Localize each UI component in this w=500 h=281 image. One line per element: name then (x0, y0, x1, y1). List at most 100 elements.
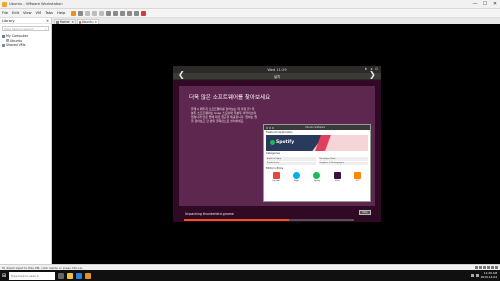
maximize-button[interactable]: ☐ (480, 0, 490, 9)
store-title: Ubuntu Software (305, 126, 326, 129)
library-close-icon[interactable]: ✕ (46, 19, 49, 23)
full-screen-icon[interactable] (120, 10, 126, 16)
app-tile: Spotify (312, 172, 322, 185)
snapshot-manager-icon[interactable] (99, 10, 105, 16)
featured-banner: Spotify (266, 135, 368, 151)
console-view-icon[interactable] (134, 10, 140, 16)
inkscape-icon (272, 172, 280, 179)
file-explorer-icon[interactable] (67, 272, 73, 279)
next-slide-icon[interactable]: ❯ (369, 70, 376, 79)
app-name: Spotify (313, 180, 321, 182)
skip-button[interactable]: Skip (359, 210, 371, 215)
menu-bar: File Edit View VM Tabs Help (0, 9, 500, 18)
category-item: Audio & Video (266, 157, 316, 161)
ubuntu-installer-window: Wed 11:29 ⋔ ◂ ⏻ 설치 더욱 많은 소프트웨어를 찾아보세요 플래… (173, 66, 381, 222)
app-name: VLC (356, 180, 360, 182)
hard-disk-icon[interactable] (475, 266, 478, 269)
usb-icon[interactable] (487, 266, 490, 269)
taskbar-search-placeholder: Type here to search (11, 273, 39, 278)
menu-help[interactable]: Help (57, 11, 65, 15)
app-tile: Slack (332, 172, 342, 185)
app-name: Slack (334, 180, 340, 182)
tray-volume-icon[interactable] (475, 274, 479, 277)
library-panel: Library ✕ Type here to search ⌕ My Compu… (0, 18, 52, 264)
library-header: Library ✕ (0, 18, 51, 24)
spotify-icon (313, 172, 321, 179)
shared-vms-icon (2, 43, 5, 47)
vm-icon (6, 39, 9, 43)
computer-icon (2, 34, 5, 38)
send-ctrl-alt-del-icon[interactable] (78, 10, 84, 16)
taskbar: ⊞ Type here to search 11:29 AM 2019-12-0… (0, 270, 500, 281)
app-tile: Skype (292, 172, 302, 185)
window-dot-icon (272, 126, 274, 129)
menu-tabs[interactable]: Tabs (45, 11, 53, 15)
gnome-top-bar: Wed 11:29 ⋔ ◂ ⏻ (173, 66, 381, 73)
toolbar (71, 10, 147, 16)
category-item: Developer Tools (318, 157, 368, 161)
library-title: Library (2, 18, 15, 23)
stretch-guest-icon[interactable] (141, 10, 147, 16)
previous-slide-icon[interactable]: ❮ (178, 70, 185, 79)
slack-icon (333, 172, 341, 179)
skype-icon (293, 172, 301, 179)
slideshow-slide: 더욱 많은 소프트웨어를 찾아보세요 플래시 패키지 소프트웨어를 찾아보는 데… (179, 86, 375, 206)
banner-app-name: Spotify (276, 140, 295, 145)
tray-network-icon[interactable] (470, 274, 474, 277)
app-tile: VLC (353, 172, 363, 185)
minimize-button[interactable]: — (470, 0, 480, 9)
tree-item-label: Ubuntu (10, 38, 23, 43)
menu-edit[interactable]: Edit (12, 11, 19, 15)
spotify-logo-icon (270, 140, 275, 145)
window-title: Ubuntu - VMware Workstation (9, 2, 63, 6)
unity-icon[interactable] (127, 10, 133, 16)
window-dot-icon (269, 126, 271, 129)
snapshot-icon[interactable] (85, 10, 91, 16)
installer-body: 더욱 많은 소프트웨어를 찾아보세요 플래시 패키지 소프트웨어를 찾아보는 데… (173, 80, 381, 222)
display-icon[interactable] (495, 266, 498, 269)
vmware-window: Ubuntu - VMware Workstation — ☐ ✕ File E… (0, 0, 500, 281)
cd-dvd-icon[interactable] (479, 266, 482, 269)
status-text: To direct input to this VM, click inside… (2, 265, 83, 270)
task-view-icon[interactable] (58, 272, 64, 279)
app-tile: Inkscape (271, 172, 281, 185)
slide-description: 플래시 패키지 소프트웨어를 찾아보는 데 걱정 끝! 우분투 소프트웨어는 S… (191, 107, 257, 123)
vm-tree: My Computer Ubuntu Shared VMs (0, 33, 51, 49)
title-bar: Ubuntu - VMware Workstation — ☐ ✕ (0, 0, 500, 9)
app-name: Skype (293, 180, 300, 182)
ubuntu-software-screenshot: Ubuntu Software Featured Application Spo… (263, 124, 371, 202)
sound-card-icon[interactable] (491, 266, 494, 269)
taskbar-date: 2019-12-04 (480, 274, 497, 279)
browser-icon[interactable] (76, 272, 82, 279)
library-toggle-icon[interactable] (106, 10, 112, 16)
windows-start-icon[interactable]: ⊞ (0, 270, 8, 281)
search-icon[interactable]: ⌕ (45, 27, 47, 31)
taskbar-clock[interactable]: 11:29 AM 2019-12-04 (480, 272, 497, 279)
taskbar-search-input[interactable]: Type here to search (9, 271, 55, 280)
network-adapter-icon[interactable] (483, 266, 486, 269)
window-dot-icon (266, 126, 268, 129)
vlc-icon (354, 172, 362, 179)
category-item: Productivity (266, 161, 316, 165)
progress-fill (184, 219, 290, 221)
category-item: Graphics & Photography (318, 161, 368, 165)
app-name: Inkscape (272, 180, 281, 182)
close-button[interactable]: ✕ (490, 0, 500, 9)
menu-view[interactable]: View (23, 11, 32, 15)
library-search-input[interactable]: Type here to search ⌕ (2, 26, 49, 31)
category-grid: Audio & Video Developer Tools Productivi… (264, 156, 370, 166)
thumbnail-icon[interactable] (113, 10, 119, 16)
installer-title: 설치 (173, 73, 381, 80)
network-icon[interactable]: ⋔ (364, 67, 367, 71)
menu-file[interactable]: File (2, 11, 8, 15)
slide-heading: 더욱 많은 소프트웨어를 찾아보세요 (189, 95, 271, 101)
clock[interactable]: Wed 11:29 (267, 68, 286, 72)
progress-bar (184, 219, 354, 221)
tree-item-shared-vms[interactable]: Shared VMs (2, 43, 49, 48)
menu-vm[interactable]: VM (36, 11, 42, 15)
pause-icon[interactable] (71, 10, 77, 16)
tree-item-label: My Computer (6, 34, 29, 39)
vmware-taskbar-icon[interactable] (85, 272, 91, 279)
revert-snapshot-icon[interactable] (92, 10, 98, 16)
library-search-placeholder: Type here to search (4, 26, 34, 31)
